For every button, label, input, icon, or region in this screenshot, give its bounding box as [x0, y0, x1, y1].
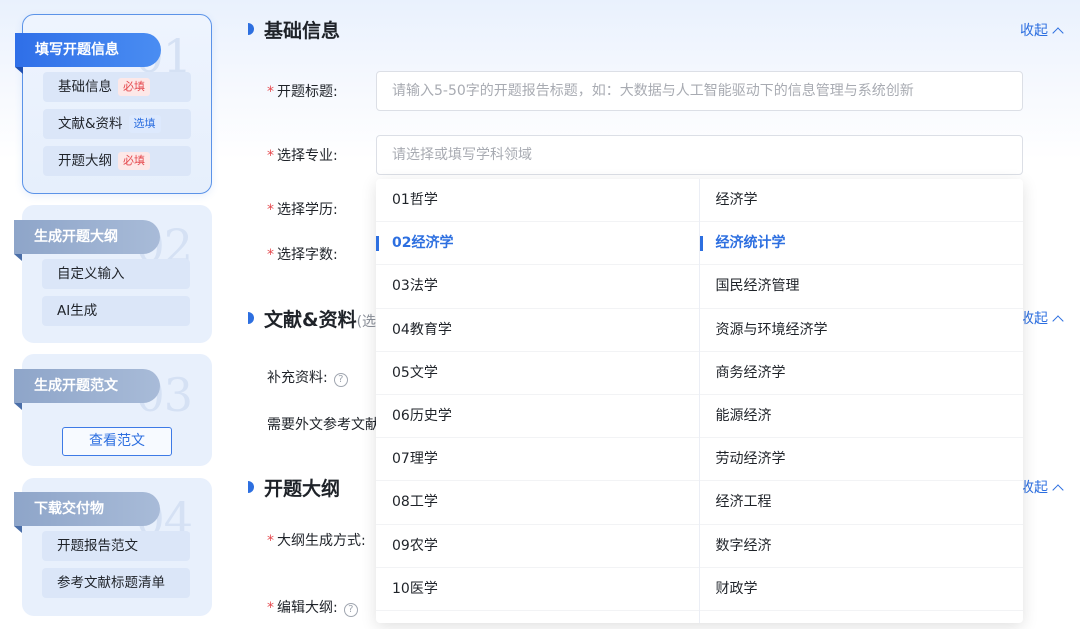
step-item-outline[interactable]: 开题大纲 必填 [43, 146, 191, 176]
step-item-label: 基础信息 [58, 79, 112, 95]
subject-column: 经济学 经济统计学 国民经济管理 资源与环境经济学 商务经济学 能源经济 劳动经济学 经济工程… [699, 179, 1023, 623]
view-sample-button[interactable]: 查看范文 [62, 427, 172, 456]
step-item-ai-generate[interactable]: AI生成 [42, 296, 190, 326]
required-star: * [267, 84, 274, 100]
discipline-option[interactable]: 04教育学 [376, 309, 699, 352]
subject-option[interactable]: 数字经济 [699, 525, 1023, 568]
subject-option[interactable]: 经济工程 [699, 481, 1023, 525]
collapse-button-outline[interactable]: 收起 [1020, 477, 1064, 497]
field-label-text: 需要外文参考文献 [267, 417, 379, 433]
step-item-label: 自定义输入 [57, 266, 125, 282]
subject-option[interactable]: 经济学 [699, 179, 1023, 223]
section-bullet-icon [248, 23, 254, 35]
optional-tag: 选填 [128, 115, 161, 133]
required-star: * [267, 247, 274, 263]
collapse-label: 收起 [1020, 311, 1048, 327]
discipline-option[interactable]: 07理学 [376, 438, 699, 482]
field-label-major: * 选择专业: [267, 145, 338, 165]
subject-option[interactable]: 财政学 [699, 568, 1023, 611]
subject-option[interactable]: 劳动经济学 [699, 438, 1023, 482]
field-label-degree: * 选择学历: [267, 199, 338, 219]
discipline-column: 01哲学 02经济学 03法学 04教育学 05文学 06历史学 07理学 08工学 09农学 1… [376, 179, 700, 623]
step-item-label: AI生成 [57, 303, 98, 319]
step-card-fill-info[interactable]: 01 填写开题信息 基础信息 必填 文献&资料 选填 开题大纲 必填 [15, 14, 212, 194]
chevron-up-icon [1052, 484, 1064, 496]
step-item-label: 开题大纲 [58, 153, 112, 169]
step-card-generate-sample[interactable]: 03 生成开题范文 查看范文 [14, 354, 212, 466]
required-star: * [267, 600, 274, 616]
step-title-generate-outline[interactable]: 生成开题大纲 [14, 220, 160, 261]
chevron-up-icon [1052, 27, 1064, 39]
discipline-option[interactable]: 05文学 [376, 352, 699, 395]
title-input[interactable] [376, 71, 1023, 111]
field-label-text: 大纲生成方式: [277, 533, 366, 549]
discipline-option[interactable]: 01哲学 [376, 179, 699, 223]
field-label-text: 补充资料: [267, 370, 328, 386]
discipline-option[interactable]: 10医学 [376, 568, 699, 611]
step-item-custom-input[interactable]: 自定义输入 [42, 259, 190, 289]
required-star: * [267, 148, 274, 164]
field-label-text: 开题标题: [277, 84, 338, 100]
subject-option[interactable]: 经济统计学 [699, 222, 1023, 266]
step-item-label: 文献&资料 [58, 116, 123, 132]
field-label-text: 选择专业: [277, 148, 338, 164]
section-subtitle: (选 [356, 314, 377, 330]
field-label-text: 选择学历: [277, 202, 338, 218]
step-item-basic-info[interactable]: 基础信息 必填 [43, 72, 191, 102]
section-title-outline: 开题大纲 [248, 474, 340, 501]
required-star: * [267, 533, 274, 549]
section-title-text: 文献&资料 [264, 309, 357, 331]
subject-option[interactable]: 商务经济学 [699, 352, 1023, 395]
required-tag: 必填 [118, 78, 150, 96]
step-title-generate-sample[interactable]: 生成开题范文 [14, 369, 160, 410]
field-label-edit-outline: * 编辑大纲:? [267, 597, 358, 617]
field-label-wordcount: * 选择字数: [267, 244, 338, 264]
section-bullet-icon [248, 312, 254, 324]
collapse-label: 收起 [1020, 23, 1048, 39]
discipline-option[interactable]: 09农学 [376, 525, 699, 568]
subject-option[interactable]: 资源与环境经济学 [699, 309, 1023, 352]
step-item-sample-report[interactable]: 开题报告范文 [42, 531, 190, 561]
section-title-text: 开题大纲 [264, 478, 341, 500]
help-icon[interactable]: ? [333, 373, 348, 387]
section-title-literature: 文献&资料(选 [248, 305, 376, 332]
subject-option[interactable]: 能源经济 [699, 395, 1023, 439]
step-item-reference-list[interactable]: 参考文献标题清单 [42, 568, 190, 598]
discipline-option[interactable]: 03法学 [376, 265, 699, 309]
step-title-download[interactable]: 下载交付物 [14, 492, 160, 533]
major-select-input[interactable] [376, 135, 1023, 175]
step-item-label: 参考文献标题清单 [57, 575, 165, 591]
field-label-supplement: 补充资料:? [267, 367, 348, 387]
step-card-generate-outline[interactable]: 02 生成开题大纲 自定义输入 AI生成 [14, 205, 212, 343]
step-item-label: 开题报告范文 [57, 538, 138, 554]
discipline-option[interactable]: 02经济学 [376, 222, 699, 266]
step-card-download[interactable]: 04 下载交付物 开题报告范文 参考文献标题清单 [14, 478, 212, 616]
section-title-text: 基础信息 [264, 20, 341, 42]
step-item-literature[interactable]: 文献&资料 选填 [43, 109, 191, 139]
required-tag: 必填 [118, 152, 150, 170]
help-icon[interactable]: ? [343, 603, 358, 617]
chevron-up-icon [1052, 315, 1064, 327]
field-label-text: 编辑大纲: [277, 600, 338, 616]
major-cascader-dropdown[interactable]: 01哲学 02经济学 03法学 04教育学 05文学 06历史学 07理学 08工学 09农学 1… [376, 179, 1023, 623]
collapse-button-basic[interactable]: 收起 [1020, 20, 1064, 40]
field-label-title: * 开题标题: [267, 81, 338, 101]
section-title-basic: 基础信息 [248, 16, 340, 43]
collapse-button-literature[interactable]: 收起 [1020, 308, 1064, 328]
discipline-option[interactable]: 08工学 [376, 481, 699, 525]
field-label-foreign-ref: 需要外文参考文献 [267, 414, 379, 434]
collapse-label: 收起 [1020, 480, 1048, 496]
field-label-text: 选择字数: [277, 247, 338, 263]
field-label-outline-method: * 大纲生成方式: [267, 530, 366, 550]
step-title-fill-info[interactable]: 填写开题信息 [15, 33, 161, 74]
discipline-option[interactable]: 06历史学 [376, 395, 699, 439]
section-bullet-icon [248, 481, 254, 493]
required-star: * [267, 202, 274, 218]
subject-option[interactable]: 国民经济管理 [699, 265, 1023, 309]
